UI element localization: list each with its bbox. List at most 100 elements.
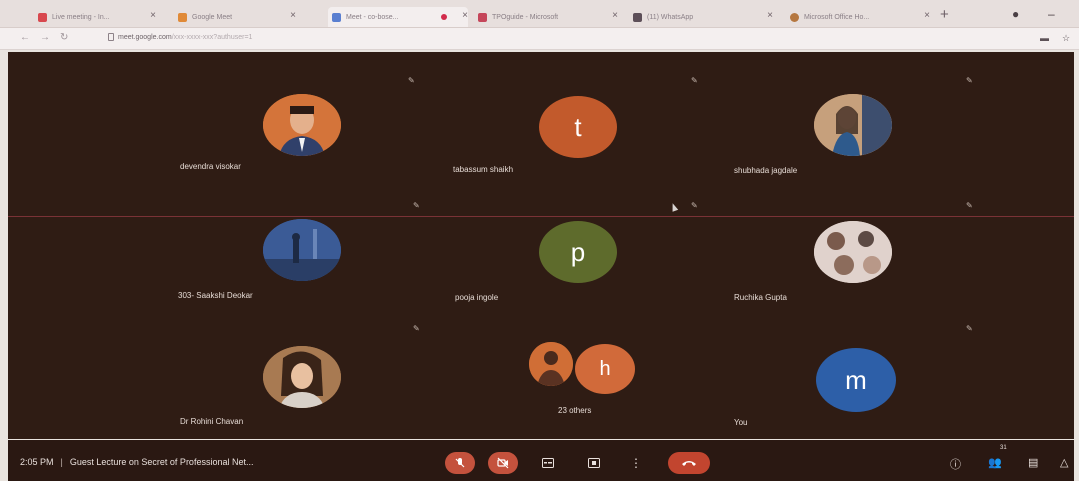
minimize-icon[interactable]: – xyxy=(1048,7,1055,21)
avatar-initial: h xyxy=(599,357,611,380)
leave-call-button[interactable] xyxy=(668,452,710,474)
participant-avatar-initial: h xyxy=(575,344,635,394)
participant-avatar-photo xyxy=(814,221,892,283)
collage-photo-icon xyxy=(814,221,892,283)
tab-favicon-icon xyxy=(38,12,47,22)
participant-tile[interactable]: ✎ Ruchika Gupta xyxy=(718,181,1073,310)
participant-avatar-photo xyxy=(263,346,341,408)
camera-off-icon xyxy=(497,457,509,469)
close-tab-icon[interactable]: × xyxy=(150,10,156,21)
participant-avatar-photo xyxy=(529,342,573,386)
browser-window: Live meeting - In... × Google Meet × Mee… xyxy=(0,0,1079,481)
participant-name: devendra visokar xyxy=(180,162,241,171)
pin-icon[interactable]: ✎ xyxy=(966,201,973,210)
participant-tile[interactable]: ✎ 303- Saakshi Deokar xyxy=(8,181,420,310)
meeting-title: Guest Lecture on Secret of Professional … xyxy=(69,457,254,467)
participant-name: shubhada jagdale xyxy=(734,166,798,175)
tab-favicon-icon xyxy=(478,12,487,22)
participant-avatar-initial: p xyxy=(539,221,617,283)
pin-icon[interactable]: ✎ xyxy=(691,201,698,210)
tab-whatsapp[interactable]: (11) WhatsApp × xyxy=(633,7,773,27)
participant-avatar-initial: m xyxy=(816,348,896,412)
tab-favicon-icon xyxy=(332,12,341,22)
url-field[interactable]: meet.google.com/xxx-xxxx-xxx?authuser=1 xyxy=(118,34,252,41)
meeting-controls-bar: 2:05 PM | Guest Lecture on Secret of Profe… xyxy=(8,440,1074,481)
tab-title: TPOguide - Microsoft xyxy=(492,13,559,21)
tab-favicon-icon xyxy=(178,12,187,22)
avatar-initial: t xyxy=(574,111,582,142)
tab-tpoguide[interactable]: TPOguide - Microsoft × xyxy=(478,7,618,27)
tab-meet-active[interactable]: Meet - co-bose... × xyxy=(328,7,468,27)
people-icon[interactable]: 👥 xyxy=(988,456,1002,469)
tab-microsoft-office[interactable]: Microsoft Office Ho... × xyxy=(790,7,930,27)
others-count-label: 23 others xyxy=(558,406,592,415)
reload-icon[interactable]: ↻ xyxy=(60,32,68,43)
close-tab-icon[interactable]: × xyxy=(612,10,618,21)
tab-title: Microsoft Office Ho... xyxy=(804,13,870,21)
close-tab-icon[interactable]: × xyxy=(462,10,468,21)
participant-avatar-photo xyxy=(263,219,341,281)
lock-icon xyxy=(108,33,114,41)
participant-avatar-photo xyxy=(263,94,341,156)
present-screen-button[interactable] xyxy=(585,452,603,474)
microphone-off-button[interactable] xyxy=(445,452,475,474)
participant-tile[interactable]: ✎ Dr Rohini Chavan xyxy=(8,310,420,439)
bookmark-star-icon[interactable]: ☆ xyxy=(1062,33,1070,44)
participant-tile[interactable]: ✎ devendra visokar xyxy=(8,52,415,181)
tab-strip: Live meeting - In... × Google Meet × Mee… xyxy=(0,0,1079,28)
participant-tile[interactable]: ✎ t tabassum shaikh xyxy=(363,52,718,181)
close-tab-icon[interactable]: × xyxy=(290,10,296,21)
url-path: /xxx-xxxx-xxx?authuser=1 xyxy=(171,34,253,41)
address-bar: ← → ↻ meet.google.com/xxx-xxxx-xxx?authu… xyxy=(0,28,1079,50)
participant-tile-self[interactable]: ✎ m You xyxy=(718,310,1073,439)
tab-live-meeting[interactable]: Live meeting - In... × xyxy=(38,7,156,27)
url-host: meet.google.com xyxy=(118,34,172,41)
participant-name: pooja ingole xyxy=(455,293,499,302)
participant-tile[interactable]: ✎ shubhada jagdale xyxy=(718,52,1073,181)
pin-icon[interactable]: ✎ xyxy=(966,76,973,85)
captions-icon xyxy=(542,458,554,468)
participant-name: tabassum shaikh xyxy=(453,165,514,174)
participant-grid: ✎ devendra visokar ✎ t tabassum shaikh ✎ xyxy=(8,52,1074,439)
tab-title: Meet - co-bose... xyxy=(346,13,399,21)
participant-name: Ruchika Gupta xyxy=(734,293,787,302)
meeting-details-icon[interactable]: ⓘ xyxy=(950,456,961,472)
forward-icon[interactable]: → xyxy=(40,32,50,43)
back-icon[interactable]: ← xyxy=(20,32,30,43)
mic-off-icon xyxy=(455,458,465,468)
chat-icon[interactable]: ▤ xyxy=(1028,456,1038,469)
close-tab-icon[interactable]: × xyxy=(924,10,930,21)
avatar-initial: m xyxy=(845,364,867,395)
participant-name: 303- Saakshi Deokar xyxy=(178,291,253,300)
present-screen-icon xyxy=(588,458,600,468)
participant-name: Dr Rohini Chavan xyxy=(180,417,244,426)
tab-favicon-icon xyxy=(633,12,642,22)
more-vert-icon: ⋮ xyxy=(630,456,642,470)
tab-title: Live meeting - In... xyxy=(52,13,110,21)
pin-icon[interactable]: ✎ xyxy=(966,324,973,333)
participant-avatar-initial: t xyxy=(539,96,617,158)
tab-title: Google Meet xyxy=(192,13,233,21)
camera-off-button[interactable] xyxy=(488,452,518,474)
close-tab-icon[interactable]: × xyxy=(767,10,773,21)
woman-portrait-icon xyxy=(814,94,892,156)
tab-google-meet[interactable]: Google Meet × xyxy=(178,7,296,27)
group-member-photo-icon xyxy=(529,342,573,386)
new-tab-button[interactable]: + xyxy=(940,6,949,23)
woman-portrait-icon xyxy=(263,346,341,408)
participant-name: You xyxy=(734,418,748,427)
more-options-button[interactable]: ⋮ xyxy=(627,452,645,474)
pin-icon[interactable]: ✎ xyxy=(691,76,698,85)
meeting-info: 2:05 PM | Guest Lecture on Secret of Profe… xyxy=(20,457,253,467)
scene-photo-icon xyxy=(263,219,341,281)
tab-favicon-icon xyxy=(790,12,799,22)
profile-icon[interactable]: ● xyxy=(1012,7,1019,21)
recording-indicator-icon xyxy=(441,14,447,20)
captions-button[interactable] xyxy=(539,452,557,474)
participant-tile[interactable]: ✎ p pooja ingole xyxy=(363,181,718,310)
participant-tile[interactable]: h 23 others xyxy=(363,310,718,439)
hang-up-icon xyxy=(682,461,696,466)
tab-title: (11) WhatsApp xyxy=(647,13,694,21)
activities-icon[interactable]: △ xyxy=(1060,456,1068,469)
extension-icon[interactable]: ▬ xyxy=(1040,33,1049,43)
